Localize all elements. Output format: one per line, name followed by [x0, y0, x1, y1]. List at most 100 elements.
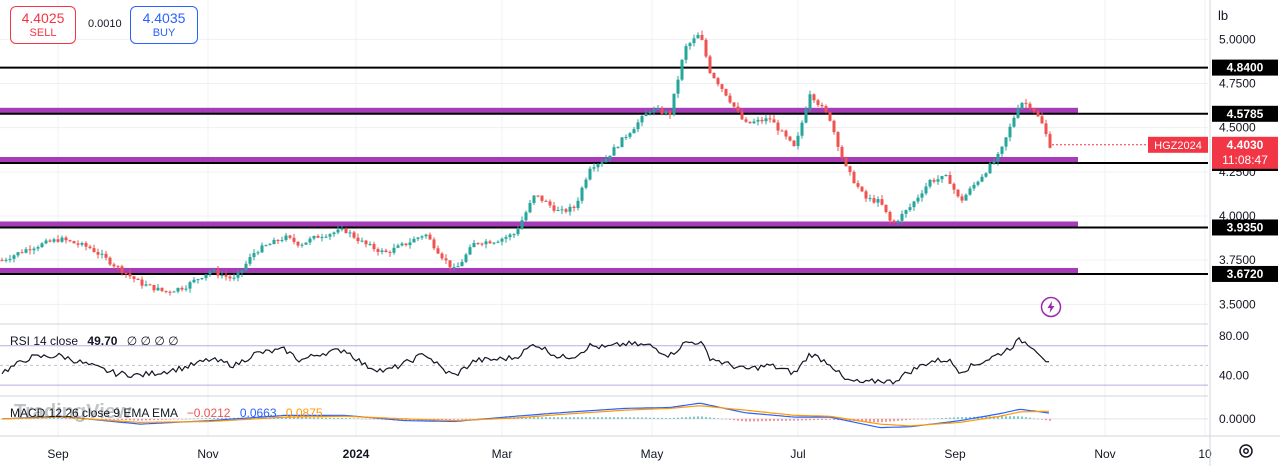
macd-histogram-bar [605, 417, 607, 419]
price-tick-label: 5.0000 [1219, 32, 1256, 46]
macd-histogram-bar [749, 418, 751, 422]
candle [96, 248, 100, 259]
candle [628, 132, 632, 139]
candle [148, 283, 152, 286]
macd-histogram-bar [905, 418, 907, 421]
candle [428, 232, 432, 240]
candle [44, 238, 48, 245]
candle [28, 245, 32, 255]
macd-histogram-bar [565, 417, 567, 419]
candle [196, 278, 200, 284]
candle [536, 195, 540, 198]
macd-histogram-bar [461, 418, 463, 420]
candle [84, 241, 88, 251]
candle [16, 251, 20, 258]
candle [12, 254, 16, 263]
buy-button[interactable]: 4.4035 BUY [130, 6, 198, 44]
macd-histogram-bar [741, 418, 743, 422]
candle [584, 177, 588, 190]
candle [0, 257, 4, 262]
candle [200, 277, 204, 280]
candle [72, 240, 76, 244]
macd-histogram-bar [697, 416, 699, 419]
macd-histogram-bar [541, 417, 543, 419]
macd-line-value: 0.0663 [239, 406, 277, 420]
macd-histogram-bar [569, 417, 571, 419]
candle [284, 232, 288, 242]
candle [316, 234, 320, 238]
macd-histogram-bar [801, 418, 803, 421]
price-chart[interactable]: Sep Nov 2024 Mar May Jul Sep Nov 105.00004.75004… [0, 0, 1280, 466]
macd-histogram-bar [337, 417, 339, 419]
candle [400, 242, 404, 247]
candle [456, 262, 460, 268]
x-tick-label: Nov [1094, 447, 1115, 461]
candle [968, 186, 972, 196]
macd-histogram-bar [729, 418, 731, 420]
macd-histogram-bar [797, 418, 799, 421]
candle [256, 250, 260, 256]
macd-histogram-bar [869, 418, 871, 422]
lightning-icon[interactable] [1040, 296, 1062, 318]
candle [588, 166, 592, 181]
candle [376, 247, 380, 256]
candle [1000, 146, 1004, 158]
macd-histogram-bar [725, 418, 727, 420]
rsi-placeholders: ∅ ∅ ∅ ∅ [126, 334, 179, 348]
macd-histogram-bar [937, 418, 939, 419]
candle [948, 171, 952, 184]
candle [276, 239, 280, 244]
macd-histogram-bar [665, 417, 667, 419]
candle [364, 240, 368, 248]
macd-histogram-bar [641, 417, 643, 419]
macd-histogram-bar [785, 418, 787, 421]
candle [488, 239, 492, 244]
candle [496, 240, 500, 244]
macd-histogram-bar [649, 417, 651, 419]
macd-legend[interactable]: MACD 12 26 close 9 EMA EMA −0.0212 0.066… [10, 406, 323, 420]
candle [292, 233, 296, 245]
candle [964, 193, 968, 201]
macd-histogram-bar [1009, 416, 1011, 419]
macd-histogram-bar [657, 417, 659, 419]
macd-histogram-bar [789, 418, 791, 421]
sell-button[interactable]: 4.4025 SELL [10, 6, 76, 44]
x-tick-label: Sep [944, 447, 966, 461]
x-tick-label: Jul [790, 447, 805, 461]
macd-histogram-bar [669, 418, 671, 419]
candle [88, 244, 92, 250]
macd-histogram-bar [733, 418, 735, 421]
price-unit-label[interactable]: lb [1218, 8, 1228, 23]
candle [508, 232, 512, 241]
candle [636, 119, 640, 133]
candle [436, 245, 440, 254]
candle [640, 114, 644, 127]
gear-icon[interactable] [1238, 443, 1254, 459]
price-tick-label: 3.5000 [1219, 297, 1256, 311]
macd-histogram-bar [701, 416, 703, 419]
candle [748, 121, 752, 124]
macd-histogram-bar [345, 418, 347, 419]
macd-histogram-bar [457, 418, 459, 420]
candle [440, 252, 444, 261]
macd-histogram-bar [821, 418, 823, 420]
candle [924, 182, 928, 196]
macd-histogram-bar [593, 417, 595, 419]
candle [724, 88, 728, 97]
macd-histogram-bar [949, 417, 951, 419]
macd-histogram-bar [589, 417, 591, 419]
level-label: 3.9350 [1227, 220, 1264, 234]
candle [228, 274, 232, 282]
candle [388, 250, 392, 257]
rsi-legend[interactable]: RSI 14 close 49.70 ∅ ∅ ∅ ∅ [10, 334, 179, 348]
candle [564, 207, 568, 214]
candle [480, 242, 484, 247]
macd-histogram-bar [373, 418, 375, 420]
candle [472, 239, 476, 248]
candle [392, 243, 396, 255]
x-tick-label: Mar [492, 447, 513, 461]
candle [492, 242, 496, 245]
x-tick-label: Sep [47, 447, 69, 461]
candle [908, 203, 912, 212]
candle [592, 162, 596, 172]
